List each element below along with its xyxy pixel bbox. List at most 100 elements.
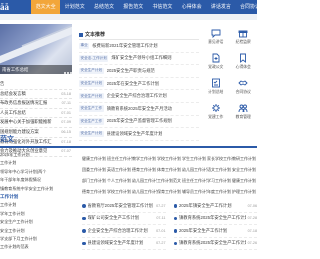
- category-tag[interactable]: 安全生产工作: [79, 118, 104, 125]
- list-item[interactable]: 安全法-工作计划 煤矿安全生产领导小组工作细则: [79, 53, 199, 66]
- category-tag[interactable]: 安全法-工作计划: [79, 55, 109, 62]
- tag-link[interactable]: 幼儿园工作计划: [182, 166, 207, 174]
- nav-item-contract[interactable]: 合同协议: [235, 0, 264, 14]
- list-item[interactable]: 事业 核费局新2021年安全管理工作计划: [79, 40, 199, 53]
- tag-link[interactable]: 德育工作计划: [132, 166, 157, 174]
- list-item-link[interactable]: 2025安全生产职责与规范: [107, 68, 155, 74]
- tag-link[interactable]: 班主任工作计划: [182, 177, 207, 185]
- article-title[interactable]: 镇教育系统2025年安全生产工作计划: [179, 240, 246, 246]
- list-item[interactable]: 布政务信息报送情况汇报 07-11: [0, 99, 72, 109]
- category-tag[interactable]: 事业: [79, 42, 90, 50]
- article-row[interactable]: 煤矿公司安全生产工作计划 07-11: [82, 213, 166, 225]
- list-item[interactable]: 工作计划的范表: [0, 243, 70, 251]
- tag-link[interactable]: 安全工作计划: [232, 166, 257, 174]
- category-party-building[interactable]: 党建工作: [202, 99, 230, 124]
- list-item[interactable]: 工作计划: [0, 201, 70, 209]
- nav-item-letter[interactable]: 书信范文: [148, 0, 177, 14]
- banner-dot[interactable]: [70, 72, 72, 74]
- category-contract[interactable]: 合同协议: [230, 74, 258, 99]
- nav-item-summary[interactable]: 总结范文: [89, 0, 118, 14]
- nav-item-speech[interactable]: 讲话发言: [206, 0, 235, 14]
- list-item[interactable]: 2025年工作计划: [0, 151, 70, 159]
- tag-link[interactable]: 辅导员工作计划: [182, 188, 207, 196]
- tag-link[interactable]: 教研工作计划: [232, 155, 257, 163]
- article-title[interactable]: 镇教育系统2025年安全生产工作计划: [179, 215, 246, 221]
- tag-link[interactable]: 教学工作计划: [132, 155, 157, 163]
- category-tag[interactable]: 安全生产计划: [79, 80, 104, 87]
- article-row[interactable]: 2025年安全生产工作计划 07-18: [173, 225, 257, 238]
- article-title[interactable]: 煤矿公司安全生产工作计划: [88, 215, 140, 221]
- list-item[interactable]: 人员工作总结 07-01: [0, 109, 72, 119]
- tag-link[interactable]: 保育工作计划: [157, 188, 182, 196]
- list-item-link[interactable]: 镇教育系统2025年安全生产月活动: [107, 106, 172, 112]
- list-item[interactable]: 告: [0, 80, 72, 90]
- article-title[interactable]: 2025年安全生产工作计划: [179, 228, 227, 234]
- tag-link[interactable]: 幼儿园工作计划: [132, 188, 157, 196]
- category-tag[interactable]: 安全生产计划: [79, 92, 104, 100]
- list-item[interactable]: 学支部下月工作计划: [0, 235, 70, 243]
- nav-item-fanwen[interactable]: 范文大全: [31, 0, 61, 14]
- list-item-link[interactable]: 2025年在安全生产工作计划: [107, 81, 160, 87]
- tag-link[interactable]: 团委工作计划: [82, 166, 107, 174]
- list-item-link[interactable]: 企业安全生产综合治理工作计划: [107, 93, 167, 99]
- tag-link[interactable]: 护理工作计划: [232, 188, 257, 196]
- category-insight[interactable]: 心得体会: [230, 49, 258, 74]
- list-item[interactable]: 安全生产工作 2025年安全生产监督管理工作规划: [79, 116, 199, 129]
- tag-link[interactable]: 健康工作计划: [232, 177, 257, 185]
- category-education[interactable]: 教育管理: [230, 99, 258, 124]
- article-row[interactable]: 2025年镇安全生产工作计划 07-06: [173, 200, 257, 213]
- list-item[interactable]: 年干部年年度休假情况: [0, 176, 70, 184]
- tag-link[interactable]: 班主任工作计划: [107, 155, 132, 163]
- tag-link[interactable]: 健康工作计划: [82, 155, 107, 163]
- banner-caption[interactable]: 南省工作总结: [0, 65, 72, 74]
- article-title[interactable]: 2025年镇安全生产工作计划: [179, 203, 232, 209]
- list-item[interactable]: 领导年中心学习计划(两个: [0, 168, 70, 176]
- category-tag[interactable]: 安全生产工作: [79, 105, 104, 113]
- list-item-link[interactable]: 核费局新2021年安全管理工作计划: [92, 43, 157, 49]
- category-speech[interactable]: 意见讲话: [202, 24, 230, 49]
- nav-item-insight[interactable]: 心得体会: [177, 0, 206, 14]
- list-item[interactable]: 学年工作计划: [0, 210, 70, 218]
- tag-link[interactable]: 工作计划范文: [157, 177, 182, 185]
- tag-link[interactable]: 学校工作计划: [107, 188, 132, 196]
- nav-item-plan[interactable]: 计划范文: [60, 0, 89, 14]
- category-discipline[interactable]: 纪检监察: [230, 24, 258, 49]
- tag-link[interactable]: 德育工作计划: [82, 188, 107, 196]
- list-item[interactable]: 总结会发言稿 03-18: [0, 90, 72, 100]
- list-item[interactable]: 安全生产工作计划: [0, 218, 70, 226]
- category-official-doc[interactable]: 党政公文: [202, 49, 230, 74]
- hero-banner[interactable]: 南省工作总结: [0, 24, 72, 74]
- list-item[interactable]: 安全生产工作 镇教育系统2025年安全生产月活动: [79, 103, 199, 116]
- list-item-link[interactable]: 煤矿安全生产领导小组工作细则: [111, 55, 171, 61]
- tag-link[interactable]: 家长学校工作计划: [207, 155, 232, 163]
- category-plan-summary[interactable]: 计划总结: [202, 74, 230, 99]
- list-item[interactable]: 安全生产计划 2025安全生产职责与规范: [79, 65, 199, 78]
- article-row[interactable]: 县建设领域安全生产年度计划 07-27: [82, 238, 166, 250]
- article-row[interactable]: 企业安全生产综合治理工作计划 07-01: [82, 225, 166, 238]
- tag-link[interactable]: 年度工作计划: [207, 188, 232, 196]
- side-subheading[interactable]: 工作计划: [0, 193, 70, 201]
- tag-link[interactable]: 英语工作计划: [107, 166, 132, 174]
- list-item-link[interactable]: 2025年安全生产监督管理工作规划: [107, 118, 172, 124]
- list-item[interactable]: 安全工作计划: [0, 227, 70, 235]
- category-tag[interactable]: 安全生产计划: [79, 67, 104, 75]
- article-row[interactable]: 省教育厅2025年安全管理工作计划 07-27: [82, 200, 166, 213]
- article-title[interactable]: 省教育厅2025年安全管理工作计划: [88, 203, 153, 209]
- banner-dot[interactable]: [67, 72, 69, 74]
- tag-link[interactable]: 幼儿园工作计划: [132, 177, 157, 185]
- banner-dot[interactable]: [64, 72, 66, 74]
- tag-link[interactable]: 个人工作计划: [107, 177, 132, 185]
- tag-link[interactable]: 部门工作计划: [82, 177, 107, 185]
- tag-link[interactable]: 学习工作计划: [207, 177, 232, 185]
- article-row[interactable]: 镇教育系统2025年安全生产工作计划 07-26: [173, 238, 257, 250]
- list-item[interactable]: 安全生产计划 企业安全生产综合治理工作计划: [79, 90, 199, 103]
- list-item[interactable]: 镇教育系统中学安全工作计划: [0, 185, 70, 193]
- nav-item-manage[interactable]: 管理文档: [265, 0, 294, 14]
- article-title[interactable]: 企业安全生产综合治理工作计划: [88, 228, 148, 234]
- tag-link[interactable]: 学生工作计划: [182, 155, 207, 163]
- list-item[interactable]: 安全生产计划 2025年在安全生产工作计划: [79, 78, 199, 91]
- nav-item-report[interactable]: 报告范文: [119, 0, 148, 14]
- tag-link[interactable]: 体育工作计划: [157, 166, 182, 174]
- article-title[interactable]: 县建设领域安全生产年度计划: [88, 240, 144, 246]
- list-item[interactable]: 发展中心关于加强职能推新 07-09: [0, 118, 72, 128]
